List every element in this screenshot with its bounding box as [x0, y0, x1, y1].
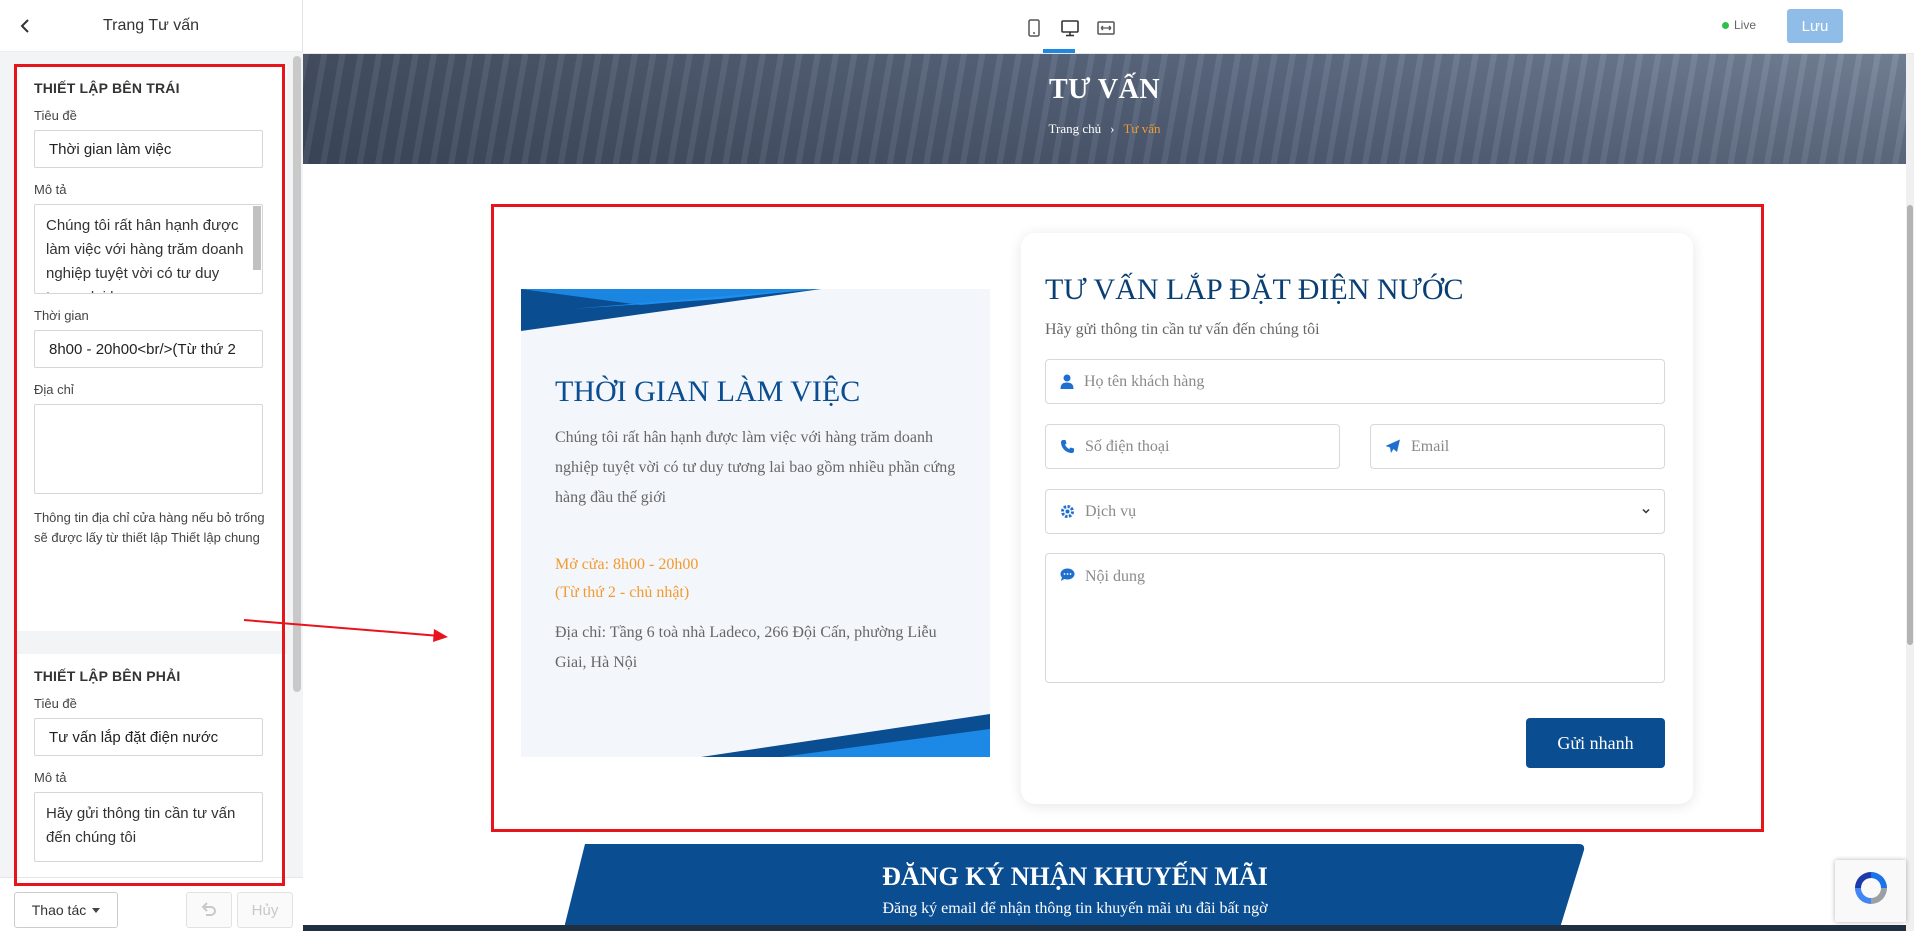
form-title: TƯ VẤN LẮP ĐẶT ĐIỆN NƯỚC — [1045, 273, 1464, 306]
card-title: THỜI GIAN LÀM VIỆC — [555, 375, 861, 408]
field-label: Mô tả — [34, 182, 67, 197]
editor-sidebar: Trang Tư vấn THIẾT LẬP BÊN TRÁI Tiêu đề … — [0, 0, 303, 931]
chat-bubble-icon — [1060, 568, 1075, 581]
promo-title: ĐĂNG KÝ NHẬN KHUYẾN MÃI — [882, 862, 1268, 891]
active-device-indicator — [1043, 49, 1075, 53]
save-button[interactable]: Lưu — [1787, 9, 1843, 43]
time-input[interactable]: 8h00 - 20h00<br/>(Từ thứ 2 — [34, 330, 263, 368]
field-label: Mô tả — [34, 770, 67, 785]
promo-banner: ĐĂNG KÝ NHẬN KHUYẾN MÃI Đăng ký email để… — [565, 844, 1585, 931]
back-button[interactable] — [14, 14, 38, 38]
section-heading: THIẾT LẬP BÊN PHẢI — [34, 668, 181, 684]
right-settings-section: THIẾT LẬP BÊN PHẢI Tiêu đề Tư vấn lắp đặ… — [16, 654, 287, 877]
sidebar-header: Trang Tư vấn — [0, 0, 302, 52]
address-note: Thông tin địa chỉ cửa hàng nếu bỏ trống … — [34, 510, 265, 545]
right-desc-textarea[interactable]: Hãy gửi thông tin cần tư vấn đến chúng t… — [34, 792, 263, 862]
section-heading: THIẾT LẬP BÊN TRÁI — [34, 80, 180, 96]
preview-scroll-thumb[interactable] — [1907, 205, 1913, 645]
chevron-down-icon — [1642, 508, 1650, 514]
recaptcha-badge[interactable] — [1835, 860, 1906, 922]
left-title-input[interactable]: Thời gian làm việc — [34, 130, 263, 168]
undo-button[interactable] — [186, 892, 232, 928]
user-icon — [1060, 374, 1074, 389]
form-subtitle: Hãy gửi thông tin cần tư vấn đến chúng t… — [1045, 321, 1320, 338]
service-placeholder: Dịch vụ — [1085, 502, 1137, 520]
message-textarea[interactable]: Nội dung — [1045, 553, 1665, 683]
footer-strip — [303, 925, 1906, 931]
field-label: Tiêu đề — [34, 108, 77, 123]
recaptcha-icon — [1855, 872, 1887, 904]
sidebar-footer: Thao tác Hủy — [0, 877, 303, 931]
hero-banner: TƯ VẤN Trang chủ › Tư vấn — [303, 54, 1906, 164]
phone-input[interactable]: Số điện thoại — [1045, 424, 1340, 469]
fullwidth-view-button[interactable] — [1092, 14, 1120, 42]
sidebar-scrollbar[interactable] — [293, 56, 301, 692]
card-decoration — [521, 289, 990, 757]
sidebar-scroll-area[interactable]: THIẾT LẬP BÊN TRÁI Tiêu đề Thời gian làm… — [0, 52, 303, 877]
card-description: Chúng tôi rất hân hạnh được làm việc với… — [555, 429, 956, 506]
textarea-scrollbar[interactable] — [253, 206, 261, 270]
opening-days-line: (Từ thứ 2 - chủ nhật) — [555, 584, 690, 601]
page-preview: TƯ VẤN Trang chủ › Tư vấn THỜI GIAN LÀM VI… — [303, 54, 1906, 931]
field-label: Tiêu đề — [34, 696, 77, 711]
hero-title: TƯ VẤN — [1048, 74, 1161, 105]
right-title-input[interactable]: Tư vấn lắp đặt điện nước — [34, 718, 263, 756]
sidebar-title: Trang Tư vấn — [102, 16, 200, 34]
breadcrumb-current: Tư vấn — [1123, 121, 1161, 136]
left-settings-section: THIẾT LẬP BÊN TRÁI Tiêu đề Thời gian làm… — [16, 66, 287, 631]
editor-topbar: Live Lưu — [303, 0, 1914, 54]
email-input[interactable]: Email — [1370, 424, 1665, 469]
mobile-icon — [1028, 19, 1040, 37]
email-placeholder: Email — [1411, 437, 1450, 455]
desktop-icon — [1061, 20, 1079, 37]
working-hours-card: THỜI GIAN LÀM VIỆC Chúng tôi rất hân hạn… — [521, 289, 990, 757]
chevron-left-icon — [20, 19, 29, 33]
live-dot-icon — [1722, 21, 1729, 29]
field-label: Địa chỉ — [34, 382, 74, 397]
actions-label: Thao tác — [31, 902, 87, 918]
name-placeholder: Họ tên khách hàng — [1084, 372, 1205, 390]
submit-button[interactable]: Gửi nhanh — [1526, 718, 1665, 768]
actions-dropdown[interactable]: Thao tác — [14, 892, 118, 928]
fullwidth-icon — [1097, 21, 1115, 35]
gear-icon — [1061, 505, 1074, 518]
hero-image-overlay — [303, 54, 1906, 164]
paper-plane-icon — [1385, 439, 1400, 453]
undo-icon — [201, 902, 216, 916]
live-label: Live — [1734, 18, 1757, 32]
mobile-view-button[interactable] — [1020, 14, 1048, 42]
desktop-view-button[interactable] — [1056, 14, 1084, 42]
promo-subtitle: Đăng ký email để nhận thông tin khuyến m… — [882, 900, 1268, 917]
opening-hours: Mở cửa: 8h00 - 20h00 (Từ thứ 2 - chủ nhậ… — [555, 551, 698, 607]
left-desc-textarea[interactable]: Chúng tôi rất hân hạnh được làm việc với… — [34, 204, 263, 294]
phone-placeholder: Số điện thoại — [1085, 437, 1170, 455]
consult-form-card: TƯ VẤN LẮP ĐẶT ĐIỆN NƯỚC Hãy gửi thông t… — [1021, 233, 1693, 804]
field-label: Thời gian — [34, 308, 89, 323]
breadcrumb: Trang chủ › Tư vấn — [303, 121, 1906, 137]
message-placeholder: Nội dung — [1085, 568, 1145, 585]
breadcrumb-separator: › — [1110, 121, 1115, 136]
opening-hours-line: Mở cửa: 8h00 - 20h00 — [555, 556, 699, 573]
live-status: Live — [1722, 18, 1756, 32]
name-input[interactable]: Họ tên khách hàng — [1045, 359, 1665, 404]
address-textarea[interactable] — [34, 404, 263, 494]
phone-icon — [1061, 440, 1074, 453]
breadcrumb-home[interactable]: Trang chủ — [1049, 121, 1102, 136]
textarea-value: Chúng tôi rất hân hạnh được làm việc với… — [46, 217, 244, 293]
annotation-arrow — [243, 619, 448, 642]
cancel-button[interactable]: Hủy — [237, 892, 293, 928]
device-switcher — [1020, 14, 1120, 42]
caret-down-icon — [92, 907, 101, 913]
service-select[interactable]: Dịch vụ — [1045, 489, 1665, 534]
address-text: Địa chỉ: Tầng 6 toà nhà Ladeco, 266 Đội … — [555, 624, 937, 671]
